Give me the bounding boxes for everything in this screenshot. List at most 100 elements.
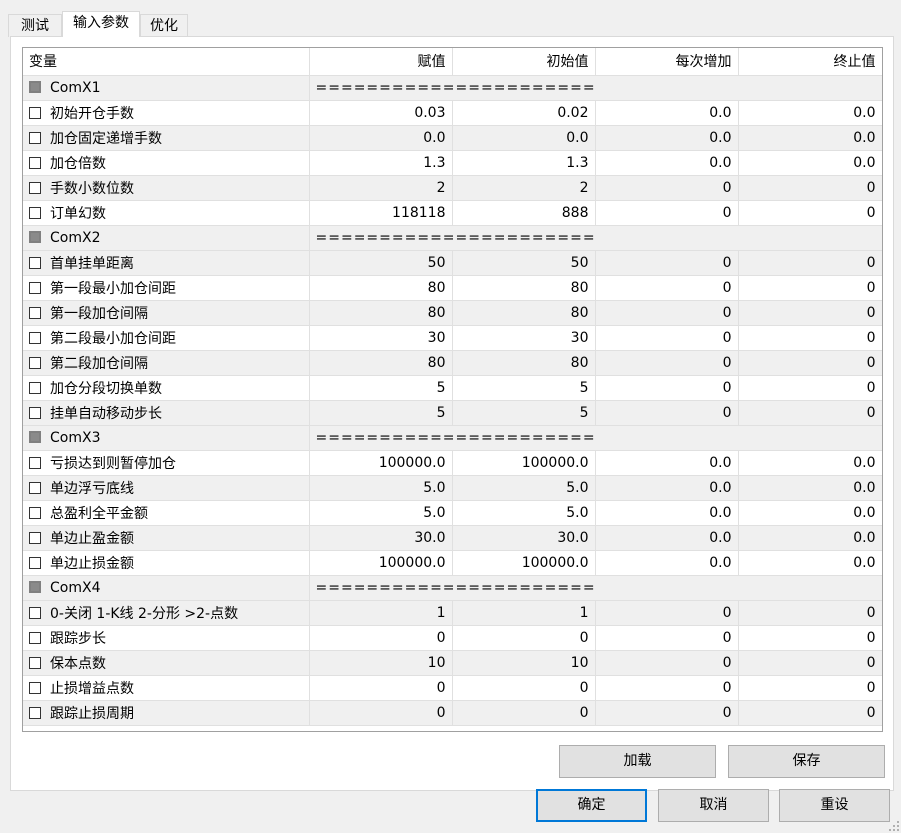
value-cell[interactable]: 80 — [309, 350, 453, 376]
stop-cell[interactable]: 0 — [738, 175, 882, 201]
group-name-cell[interactable]: ComX2 — [23, 225, 310, 251]
parameter-checkbox[interactable] — [29, 306, 41, 319]
start-cell[interactable]: 80 — [452, 350, 596, 376]
group-name-cell[interactable]: ComX3 — [23, 425, 310, 451]
parameter-checkbox[interactable] — [29, 206, 41, 219]
start-cell[interactable]: 30 — [452, 325, 596, 351]
start-cell[interactable]: 30.0 — [452, 525, 596, 551]
parameter-checkbox[interactable] — [29, 181, 41, 194]
stop-cell[interactable]: 0 — [738, 600, 882, 626]
step-cell[interactable]: 0.0 — [595, 500, 739, 526]
tab-optimization[interactable]: 优化 — [140, 14, 188, 37]
group-name-cell[interactable]: ComX1 — [23, 75, 310, 101]
parameter-name-cell[interactable]: 跟踪步长 — [23, 625, 310, 651]
start-cell[interactable]: 5 — [452, 375, 596, 401]
parameter-checkbox[interactable] — [29, 156, 41, 169]
start-cell[interactable]: 0.0 — [452, 125, 596, 151]
start-cell[interactable]: 0 — [452, 675, 596, 701]
parameter-name-cell[interactable]: 挂单自动移动步长 — [23, 400, 310, 426]
group-checkbox-icon[interactable] — [29, 580, 41, 593]
step-cell[interactable]: 0 — [595, 325, 739, 351]
parameter-row[interactable]: 手数小数位数 2 2 0 0 — [23, 175, 882, 201]
stop-cell[interactable]: 0 — [738, 250, 882, 276]
value-cell[interactable]: 80 — [309, 300, 453, 326]
stop-cell[interactable]: 0 — [738, 675, 882, 701]
start-cell[interactable]: 0 — [452, 700, 596, 726]
reset-button[interactable]: 重设 — [779, 789, 890, 822]
step-cell[interactable]: 0 — [595, 625, 739, 651]
stop-cell[interactable]: 0.0 — [738, 475, 882, 501]
parameter-name-cell[interactable]: 亏损达到则暂停加仓 — [23, 450, 310, 476]
start-cell[interactable]: 2 — [452, 175, 596, 201]
stop-cell[interactable]: 0 — [738, 325, 882, 351]
parameter-row[interactable]: 总盈利全平金额 5.0 5.0 0.0 0.0 — [23, 500, 882, 526]
header-step[interactable]: 每次增加 — [595, 48, 739, 76]
parameter-row[interactable]: 跟踪止损周期 0 0 0 0 — [23, 700, 882, 726]
header-stop[interactable]: 终止值 — [738, 48, 882, 76]
value-cell[interactable]: 2 — [309, 175, 453, 201]
value-cell[interactable]: 5 — [309, 400, 453, 426]
parameter-checkbox[interactable] — [29, 556, 41, 569]
value-cell[interactable]: 100000.0 — [309, 550, 453, 576]
value-cell[interactable]: 100000.0 — [309, 450, 453, 476]
parameter-name-cell[interactable]: 总盈利全平金额 — [23, 500, 310, 526]
stop-cell[interactable]: 0 — [738, 350, 882, 376]
stop-cell[interactable]: 0 — [738, 275, 882, 301]
tab-inputs[interactable]: 输入参数 — [62, 11, 140, 37]
stop-cell[interactable]: 0.0 — [738, 550, 882, 576]
value-cell[interactable]: 30.0 — [309, 525, 453, 551]
step-cell[interactable]: 0.0 — [595, 150, 739, 176]
start-cell[interactable]: 0 — [452, 625, 596, 651]
step-cell[interactable]: 0.0 — [595, 525, 739, 551]
start-cell[interactable]: 5.0 — [452, 475, 596, 501]
parameter-row[interactable]: 首单挂单距离 50 50 0 0 — [23, 250, 882, 276]
header-start[interactable]: 初始值 — [452, 48, 596, 76]
parameter-name-cell[interactable]: 单边止盈金额 — [23, 525, 310, 551]
parameter-name-cell[interactable]: 保本点数 — [23, 650, 310, 676]
step-cell[interactable]: 0.0 — [595, 100, 739, 126]
step-cell[interactable]: 0 — [595, 600, 739, 626]
ok-button[interactable]: 确定 — [536, 789, 647, 822]
value-cell[interactable]: 0 — [309, 625, 453, 651]
start-cell[interactable]: 1.3 — [452, 150, 596, 176]
stop-cell[interactable]: 0.0 — [738, 150, 882, 176]
parameter-row[interactable]: 跟踪步长 0 0 0 0 — [23, 625, 882, 651]
parameter-checkbox[interactable] — [29, 481, 41, 494]
parameter-row[interactable]: 第一段最小加仓间距 80 80 0 0 — [23, 275, 882, 301]
parameter-name-cell[interactable]: 手数小数位数 — [23, 175, 310, 201]
parameter-checkbox[interactable] — [29, 256, 41, 269]
step-cell[interactable]: 0 — [595, 300, 739, 326]
start-cell[interactable]: 10 — [452, 650, 596, 676]
parameter-row[interactable]: 初始开仓手数 0.03 0.02 0.0 0.0 — [23, 100, 882, 126]
parameter-row[interactable]: 单边止损金额 100000.0 100000.0 0.0 0.0 — [23, 550, 882, 576]
parameter-row[interactable]: 加仓倍数 1.3 1.3 0.0 0.0 — [23, 150, 882, 176]
parameter-row[interactable]: 加仓固定递增手数 0.0 0.0 0.0 0.0 — [23, 125, 882, 151]
stop-cell[interactable]: 0 — [738, 625, 882, 651]
parameter-name-cell[interactable]: 第二段最小加仓间距 — [23, 325, 310, 351]
parameter-row[interactable]: 挂单自动移动步长 5 5 0 0 — [23, 400, 882, 426]
step-cell[interactable]: 0 — [595, 200, 739, 226]
stop-cell[interactable]: 0.0 — [738, 450, 882, 476]
parameter-name-cell[interactable]: 止损增益点数 — [23, 675, 310, 701]
parameter-name-cell[interactable]: 第二段加仓间隔 — [23, 350, 310, 376]
value-cell[interactable]: 118118 — [309, 200, 453, 226]
group-checkbox-icon[interactable] — [29, 80, 41, 93]
parameter-checkbox[interactable] — [29, 131, 41, 144]
save-button[interactable]: 保存 — [728, 745, 885, 778]
parameter-row[interactable]: 加仓分段切换单数 5 5 0 0 — [23, 375, 882, 401]
parameter-row[interactable]: 单边止盈金额 30.0 30.0 0.0 0.0 — [23, 525, 882, 551]
step-cell[interactable]: 0.0 — [595, 125, 739, 151]
value-cell[interactable]: 50 — [309, 250, 453, 276]
parameter-checkbox[interactable] — [29, 356, 41, 369]
parameter-name-cell[interactable]: 订单幻数 — [23, 200, 310, 226]
header-variable[interactable]: 变量 — [23, 48, 310, 76]
value-cell[interactable]: 0.0 — [309, 125, 453, 151]
parameter-name-cell[interactable]: 0-关闭 1-K线 2-分形 >2-点数 — [23, 600, 310, 626]
parameter-checkbox[interactable] — [29, 106, 41, 119]
step-cell[interactable]: 0 — [595, 275, 739, 301]
parameter-name-cell[interactable]: 跟踪止损周期 — [23, 700, 310, 726]
parameter-row[interactable]: 单边浮亏底线 5.0 5.0 0.0 0.0 — [23, 475, 882, 501]
parameters-table[interactable]: 变量 赋值 初始值 每次增加 终止值 ComX1 ================… — [22, 47, 883, 732]
step-cell[interactable]: 0 — [595, 650, 739, 676]
header-value[interactable]: 赋值 — [309, 48, 453, 76]
